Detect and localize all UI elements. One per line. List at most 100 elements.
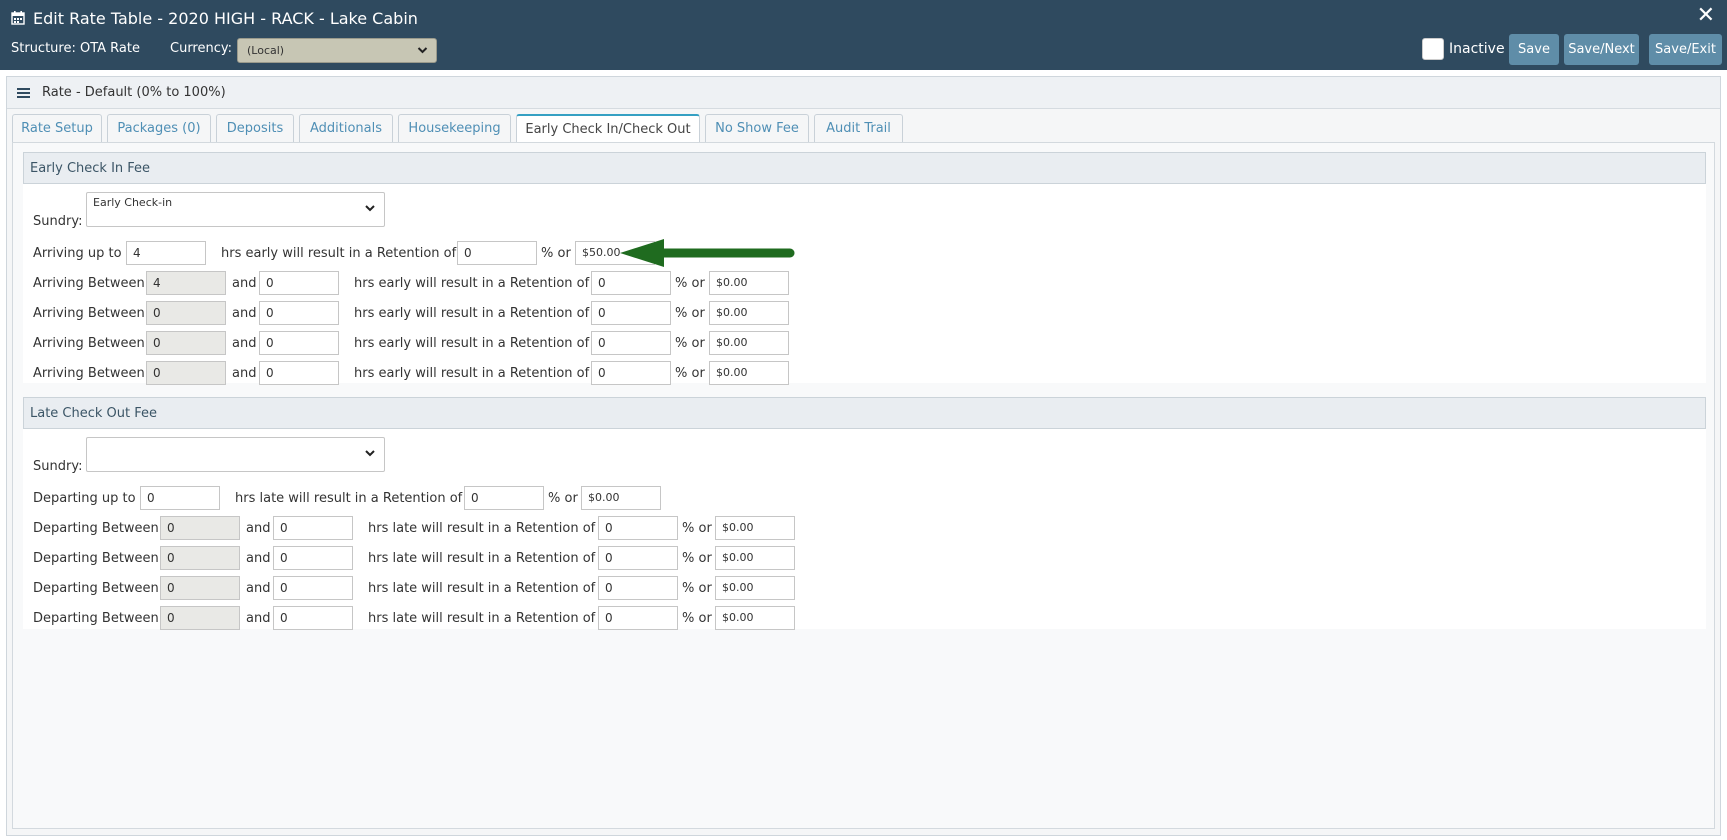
chevron-down-icon: [364, 202, 376, 217]
save-next-button[interactable]: Save/Next: [1564, 34, 1639, 65]
early-and-label: and: [232, 335, 257, 351]
late-row4-to-input[interactable]: 0: [273, 606, 353, 630]
early-row4-amount-input[interactable]: $0.00: [709, 361, 789, 385]
late-row2-percent-input[interactable]: 0: [598, 546, 678, 570]
early-row2-amount-input[interactable]: $0.00: [709, 301, 789, 325]
tab-content: Early Check In Fee Sundry: Early Check-i…: [12, 142, 1715, 829]
tab-additionals[interactable]: Additionals: [299, 114, 393, 142]
late-row3-from-input: 0: [160, 576, 240, 600]
late-or-label: % or: [682, 580, 712, 596]
early-row1-to-input[interactable]: 0: [259, 271, 339, 295]
late-or-label: % or: [682, 520, 712, 536]
currency-select[interactable]: (Local): [237, 38, 437, 63]
hamburger-icon[interactable]: [17, 88, 30, 98]
close-icon[interactable]: ✕: [1697, 3, 1715, 29]
late-sundry-label: Sundry:: [33, 459, 83, 474]
early-between-label: Arriving Between: [33, 275, 145, 291]
main-panel: Rate - Default (0% to 100%) Rate Setup P…: [6, 76, 1721, 836]
early-sundry-label: Sundry:: [33, 214, 83, 229]
annotation-arrow-icon: [620, 239, 795, 267]
early-row2-to-input[interactable]: 0: [259, 301, 339, 325]
tab-audit-trail[interactable]: Audit Trail: [814, 114, 903, 142]
early-row3-amount-input[interactable]: $0.00: [709, 331, 789, 355]
early-row4-percent-input[interactable]: 0: [591, 361, 671, 385]
early-row4-from-input: 0: [146, 361, 226, 385]
early-row4-to-input[interactable]: 0: [259, 361, 339, 385]
late-first-hours-input[interactable]: 0: [140, 486, 220, 510]
early-and-label: and: [232, 275, 257, 291]
window-header: Edit Rate Table - 2020 HIGH - RACK - Lak…: [0, 0, 1727, 70]
late-row1-percent-input[interactable]: 0: [598, 516, 678, 540]
late-between-label: Departing Between: [33, 610, 159, 626]
late-between-label: Departing Between: [33, 580, 159, 596]
late-first-amount-input[interactable]: $0.00: [581, 486, 661, 510]
early-row3-percent-input[interactable]: 0: [591, 331, 671, 355]
early-between-label: Arriving Between: [33, 365, 145, 381]
late-between-label: Departing Between: [33, 520, 159, 536]
window-title: Edit Rate Table - 2020 HIGH - RACK - Lak…: [33, 8, 418, 28]
late-row1-to-input[interactable]: 0: [273, 516, 353, 540]
late-first-middle: hrs late will result in a Retention of: [235, 490, 463, 506]
late-first-percent-input[interactable]: 0: [464, 486, 544, 510]
save-exit-button[interactable]: Save/Exit: [1649, 34, 1722, 65]
early-first-hours-input[interactable]: 4: [126, 241, 206, 265]
late-row4-percent-input[interactable]: 0: [598, 606, 678, 630]
early-row1-amount-input[interactable]: $0.00: [709, 271, 789, 295]
early-middle-label: hrs early will result in a Retention of: [354, 335, 590, 351]
early-first-middle: hrs early will result in a Retention of: [221, 245, 457, 261]
rate-bar: Rate - Default (0% to 100%): [7, 77, 1720, 109]
late-check-out-section: Late Check Out Fee Sundry: Departing up …: [23, 397, 1706, 630]
tab-rate-setup[interactable]: Rate Setup: [12, 114, 102, 142]
save-button[interactable]: Save: [1509, 34, 1559, 65]
late-between-label: Departing Between: [33, 550, 159, 566]
tab-housekeeping[interactable]: Housekeeping: [398, 114, 511, 142]
late-row3-to-input[interactable]: 0: [273, 576, 353, 600]
early-row2-percent-input[interactable]: 0: [591, 301, 671, 325]
late-first-prefix: Departing up to: [33, 490, 136, 506]
early-middle-label: hrs early will result in a Retention of: [354, 305, 590, 321]
early-row1-percent-input[interactable]: 0: [591, 271, 671, 295]
late-row4-from-input: 0: [160, 606, 240, 630]
late-row4-amount-input[interactable]: $0.00: [715, 606, 795, 630]
late-row1-amount-input[interactable]: $0.00: [715, 516, 795, 540]
late-middle-label: hrs late will result in a Retention of: [368, 520, 596, 536]
late-sundry-select[interactable]: [86, 437, 385, 472]
calendar-icon: [11, 11, 25, 25]
early-middle-label: hrs early will result in a Retention of: [354, 275, 590, 291]
structure-label: Structure: OTA Rate: [11, 41, 140, 56]
rate-title: Rate - Default (0% to 100%): [42, 85, 226, 100]
early-check-in-section: Early Check In Fee Sundry: Early Check-i…: [23, 152, 1706, 385]
late-and-label: and: [246, 550, 271, 566]
chevron-down-icon: [417, 39, 428, 70]
late-row2-amount-input[interactable]: $0.00: [715, 546, 795, 570]
early-or-label: % or: [675, 365, 705, 381]
tab-no-show-fee[interactable]: No Show Fee: [705, 114, 809, 142]
currency-label: Currency:: [170, 41, 233, 56]
late-or-label: % or: [682, 550, 712, 566]
early-first-or: % or: [541, 245, 571, 261]
early-middle-label: hrs early will result in a Retention of: [354, 365, 590, 381]
late-row2-from-input: 0: [160, 546, 240, 570]
early-sundry-select[interactable]: Early Check-in: [86, 192, 385, 227]
tab-packages[interactable]: Packages (0): [107, 114, 211, 142]
late-check-out-heading: Late Check Out Fee: [23, 397, 1706, 429]
early-first-percent-input[interactable]: 0: [457, 241, 537, 265]
late-first-row: Departing up to: [33, 486, 136, 510]
late-and-label: and: [246, 610, 271, 626]
early-or-label: % or: [675, 305, 705, 321]
early-row1-from-input: 4: [146, 271, 226, 295]
early-between-label: Arriving Between: [33, 305, 145, 321]
late-middle-label: hrs late will result in a Retention of: [368, 580, 596, 596]
currency-value: (Local): [247, 44, 285, 57]
tab-deposits[interactable]: Deposits: [216, 114, 294, 142]
late-row3-amount-input[interactable]: $0.00: [715, 576, 795, 600]
tab-early-check-in-check-out[interactable]: Early Check In/Check Out: [516, 114, 700, 143]
late-and-label: and: [246, 520, 271, 536]
early-and-label: and: [232, 305, 257, 321]
chevron-down-icon: [364, 447, 376, 462]
late-row2-to-input[interactable]: 0: [273, 546, 353, 570]
early-row2-from-input: 0: [146, 301, 226, 325]
inactive-checkbox[interactable]: [1422, 38, 1444, 60]
early-row3-to-input[interactable]: 0: [259, 331, 339, 355]
late-row3-percent-input[interactable]: 0: [598, 576, 678, 600]
